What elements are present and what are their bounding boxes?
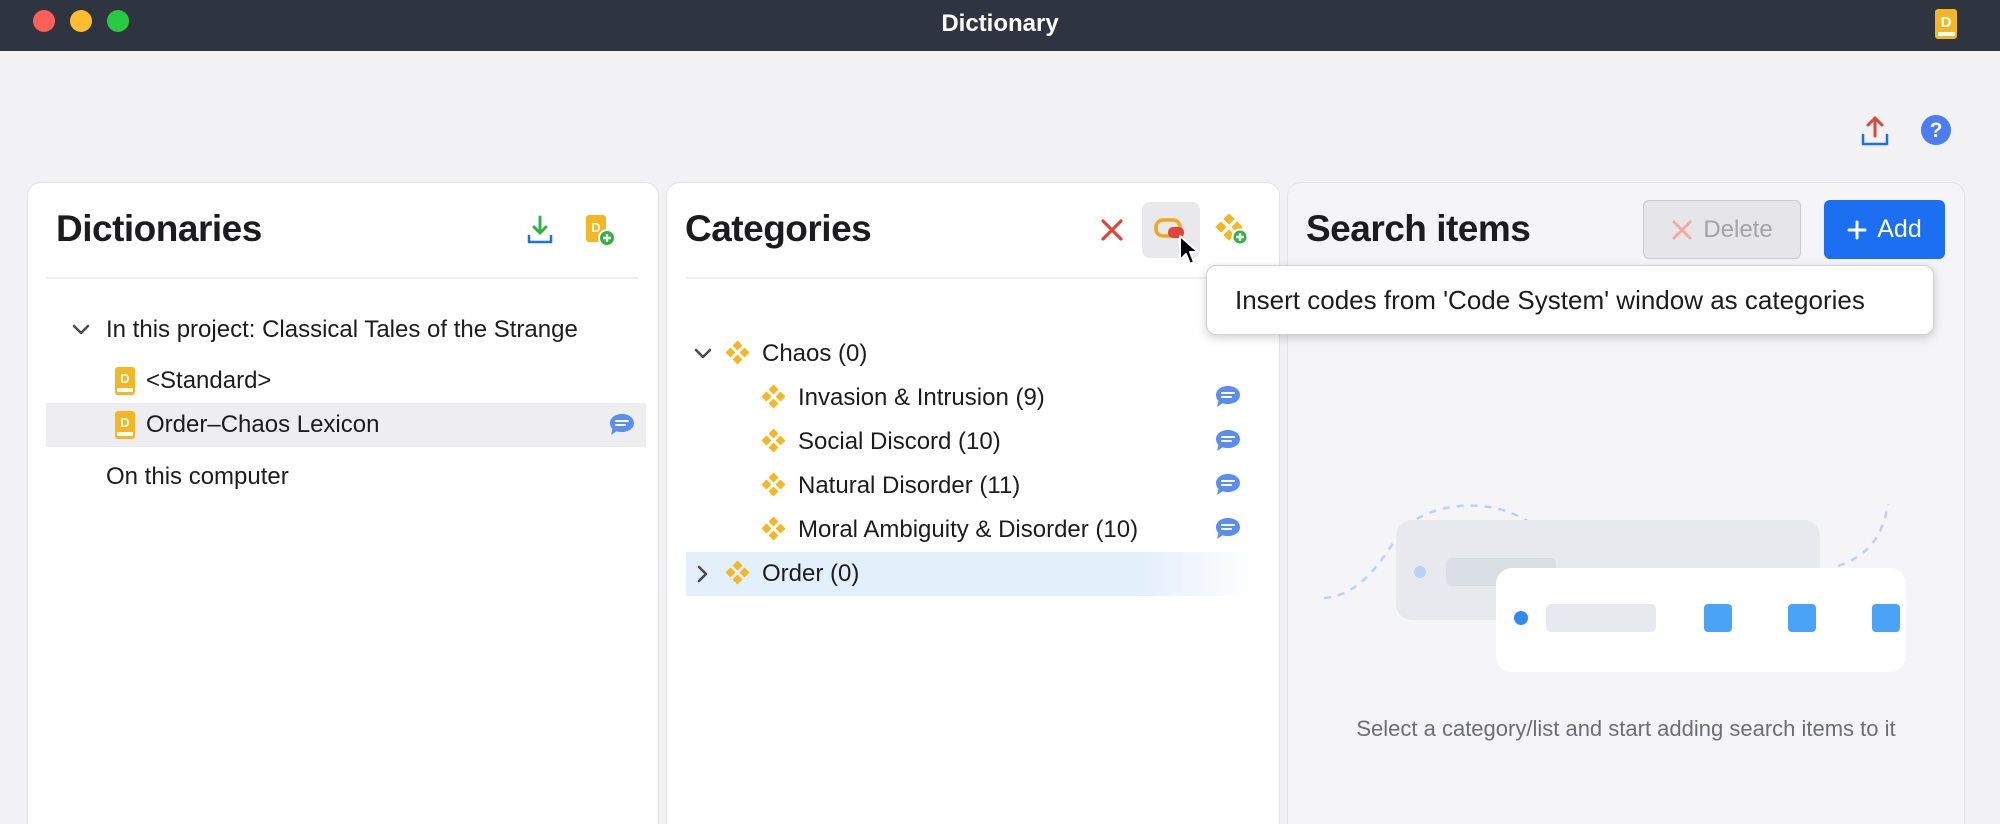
comment-icon[interactable]	[608, 412, 636, 443]
dictionary-item-order-chaos[interactable]: D Order–Chaos Lexicon	[46, 403, 646, 447]
chevron-down-icon	[72, 324, 90, 335]
category-icon	[725, 340, 750, 365]
dictionary-icon: D	[115, 411, 135, 439]
comment-icon[interactable]	[1214, 428, 1242, 459]
group-label: In this project: Classical Tales of the …	[106, 316, 578, 343]
delete-button[interactable]: Delete	[1643, 200, 1801, 259]
chevron-right-icon	[697, 565, 708, 583]
dictionary-label: <Standard>	[146, 367, 272, 394]
group-label: On this computer	[106, 463, 289, 490]
export-button[interactable]	[1860, 114, 1890, 153]
category-icon	[761, 428, 786, 453]
import-dictionary-button[interactable]	[520, 210, 560, 250]
add-label: Add	[1877, 215, 1922, 243]
chevron-down-icon	[694, 348, 712, 359]
dictionary-label: Order–Chaos Lexicon	[146, 411, 380, 438]
delete-label: Delete	[1703, 215, 1773, 243]
add-category-icon	[1215, 214, 1249, 246]
mouse-cursor-icon	[1179, 235, 1199, 265]
category-icon	[725, 560, 750, 585]
dictionaries-title: Dictionaries	[56, 208, 262, 249]
svg-text:D: D	[120, 415, 129, 430]
category-chaos[interactable]: Chaos (0)	[692, 332, 867, 376]
help-icon: ?	[1921, 115, 1951, 145]
svg-text:?: ?	[1930, 119, 1943, 142]
category-natural-disorder[interactable]: Natural Disorder (11)	[760, 464, 1020, 508]
comment-icon[interactable]	[1214, 516, 1242, 547]
category-label: Chaos (0)	[762, 340, 868, 367]
empty-state-message: Select a category/list and start adding …	[1356, 716, 1896, 741]
category-moral-ambiguity[interactable]: Moral Ambiguity & Disorder (10)	[760, 508, 1138, 552]
group-in-this-project[interactable]: In this project: Classical Tales of the …	[70, 308, 578, 352]
dictionary-icon: D	[115, 367, 135, 395]
svg-text:D: D	[591, 220, 600, 235]
category-icon	[761, 472, 786, 497]
title-bar: Dictionary D	[0, 0, 2000, 51]
category-label: Moral Ambiguity & Disorder (10)	[798, 516, 1139, 543]
categories-divider	[686, 277, 1260, 279]
close-icon	[1101, 219, 1123, 241]
category-social-discord[interactable]: Social Discord (10)	[760, 420, 1001, 464]
download-icon	[527, 215, 553, 244]
help-button[interactable]: ?	[1920, 114, 1952, 151]
window-title: Dictionary	[941, 10, 1059, 37]
dictionary-item-standard[interactable]: D <Standard>	[114, 359, 271, 403]
empty-state-illustration	[1323, 503, 1906, 672]
category-label: Social Discord (10)	[798, 428, 1001, 455]
insert-codes-tooltip: Insert codes from 'Code System' window a…	[1206, 265, 1934, 335]
group-on-this-computer[interactable]: On this computer	[106, 455, 289, 499]
category-label: Order (0)	[762, 560, 860, 587]
export-icon	[1861, 116, 1889, 146]
new-category-button[interactable]	[1212, 210, 1252, 250]
svg-text:D: D	[1941, 14, 1952, 31]
search-items-title: Search items	[1306, 208, 1531, 249]
category-icon	[761, 516, 786, 541]
svg-text:D: D	[120, 371, 129, 386]
category-label: Invasion & Intrusion (9)	[798, 384, 1045, 411]
close-icon	[1672, 220, 1692, 239]
category-label: Natural Disorder (11)	[798, 472, 1021, 499]
category-order[interactable]: Order (0)	[686, 552, 1256, 596]
category-icon	[761, 384, 786, 409]
add-dictionary-icon: D	[586, 215, 616, 247]
new-dictionary-button[interactable]: D	[580, 210, 620, 250]
delete-category-button[interactable]	[1092, 210, 1132, 250]
dictionary-app-icon: D	[1934, 8, 1958, 45]
plus-icon	[1847, 220, 1867, 239]
comment-icon[interactable]	[1214, 472, 1242, 503]
add-button[interactable]: Add	[1824, 200, 1945, 259]
category-invasion-intrusion[interactable]: Invasion & Intrusion (9)	[760, 376, 1045, 420]
comment-icon[interactable]	[1214, 384, 1242, 415]
dictionaries-divider	[46, 277, 638, 279]
categories-title: Categories	[685, 208, 872, 249]
